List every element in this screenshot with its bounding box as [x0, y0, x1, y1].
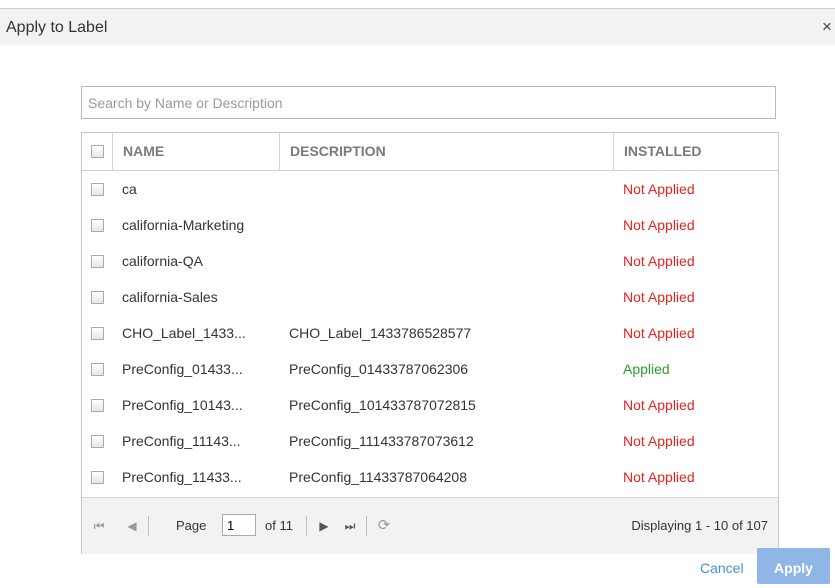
table-row[interactable]: PreConfig_11433... PreConfig_114337870642…: [82, 459, 778, 496]
table-row[interactable]: california-Sales Not Applied: [82, 279, 778, 316]
cancel-button[interactable]: Cancel: [700, 560, 744, 576]
row-description: PreConfig_11433787064208: [289, 469, 468, 485]
row-name: PreConfig_11433...: [122, 469, 242, 485]
next-page-icon[interactable]: ▶: [314, 515, 334, 537]
row-description: [289, 171, 609, 208]
column-header-name[interactable]: NAME: [112, 133, 279, 170]
row-installed-status: Not Applied: [623, 397, 695, 413]
last-page-icon[interactable]: ⏭: [340, 515, 360, 537]
prev-page-icon[interactable]: ◀: [122, 515, 142, 537]
table-row[interactable]: ca Not Applied: [82, 171, 778, 208]
pager-separator: [148, 516, 149, 536]
table-header: NAME DESCRIPTION INSTALLED: [82, 133, 778, 171]
row-installed-status: Not Applied: [623, 289, 695, 305]
page-number-input[interactable]: [222, 514, 256, 536]
row-checkbox[interactable]: [91, 219, 104, 232]
pager-separator: [306, 516, 307, 536]
row-checkbox[interactable]: [91, 363, 104, 376]
table-row[interactable]: PreConfig_10143... PreConfig_101433787072…: [82, 387, 778, 424]
close-icon[interactable]: ×: [822, 17, 832, 37]
row-checkbox[interactable]: [91, 471, 104, 484]
pagination-toolbar: ⏮ ◀ Page of 11 ▶ ⏭ ⟳ Displaying 1 - 10 o…: [82, 497, 778, 554]
first-page-icon[interactable]: ⏮: [89, 515, 109, 537]
display-count: Displaying 1 - 10 of 107: [631, 518, 768, 533]
dialog-header: Apply to Label ×: [0, 9, 835, 45]
table-row[interactable]: CHO_Label_1433... CHO_Label_1433786528577…: [82, 315, 778, 352]
pager-separator: [366, 516, 367, 536]
row-installed-status: Not Applied: [623, 433, 695, 449]
select-all-checkbox[interactable]: [91, 145, 104, 158]
row-description: PreConfig_101433787072815: [289, 397, 476, 413]
table-row[interactable]: california-QA Not Applied: [82, 243, 778, 280]
row-description: [289, 279, 609, 316]
table-row[interactable]: california-Marketing Not Applied: [82, 207, 778, 244]
row-installed-status: Not Applied: [623, 325, 695, 341]
row-checkbox[interactable]: [91, 327, 104, 340]
top-border: [0, 0, 835, 9]
table-row[interactable]: PreConfig_01433... PreConfig_014337870623…: [82, 351, 778, 388]
row-checkbox[interactable]: [91, 399, 104, 412]
row-name: california-Sales: [122, 289, 218, 305]
row-name: CHO_Label_1433...: [122, 325, 246, 341]
row-installed-status: Not Applied: [623, 469, 695, 485]
row-name: ca: [122, 181, 137, 197]
row-description: [289, 243, 609, 280]
row-checkbox[interactable]: [91, 291, 104, 304]
page-count-label: of 11: [265, 518, 293, 533]
row-name: PreConfig_10143...: [122, 397, 243, 413]
dialog-title: Apply to Label: [6, 19, 108, 36]
row-description: [289, 207, 609, 244]
row-name: PreConfig_11143...: [122, 433, 241, 449]
row-installed-status: Not Applied: [623, 253, 695, 269]
row-installed-status: Not Applied: [623, 217, 695, 233]
row-description: PreConfig_01433787062306: [289, 361, 469, 377]
row-checkbox[interactable]: [91, 435, 104, 448]
row-description: PreConfig_111433787073612: [289, 433, 474, 449]
row-checkbox[interactable]: [91, 255, 104, 268]
row-installed-status: Applied: [623, 361, 670, 377]
row-installed-status: Not Applied: [623, 181, 695, 197]
apply-button[interactable]: Apply: [757, 548, 830, 584]
labels-grid: NAME DESCRIPTION INSTALLED ca Not Applied…: [81, 132, 779, 554]
row-name: PreConfig_01433...: [122, 361, 243, 377]
refresh-icon[interactable]: ⟳: [374, 515, 394, 537]
column-header-installed[interactable]: INSTALLED: [613, 133, 778, 170]
row-checkbox[interactable]: [91, 183, 104, 196]
page-label: Page: [176, 518, 207, 533]
column-header-description[interactable]: DESCRIPTION: [279, 133, 613, 170]
row-description: CHO_Label_1433786528577: [289, 325, 472, 341]
table-row[interactable]: PreConfig_11143... PreConfig_111433787073…: [82, 423, 778, 460]
row-name: california-Marketing: [122, 217, 245, 233]
row-name: california-QA: [122, 253, 203, 269]
search-input[interactable]: [81, 86, 776, 119]
